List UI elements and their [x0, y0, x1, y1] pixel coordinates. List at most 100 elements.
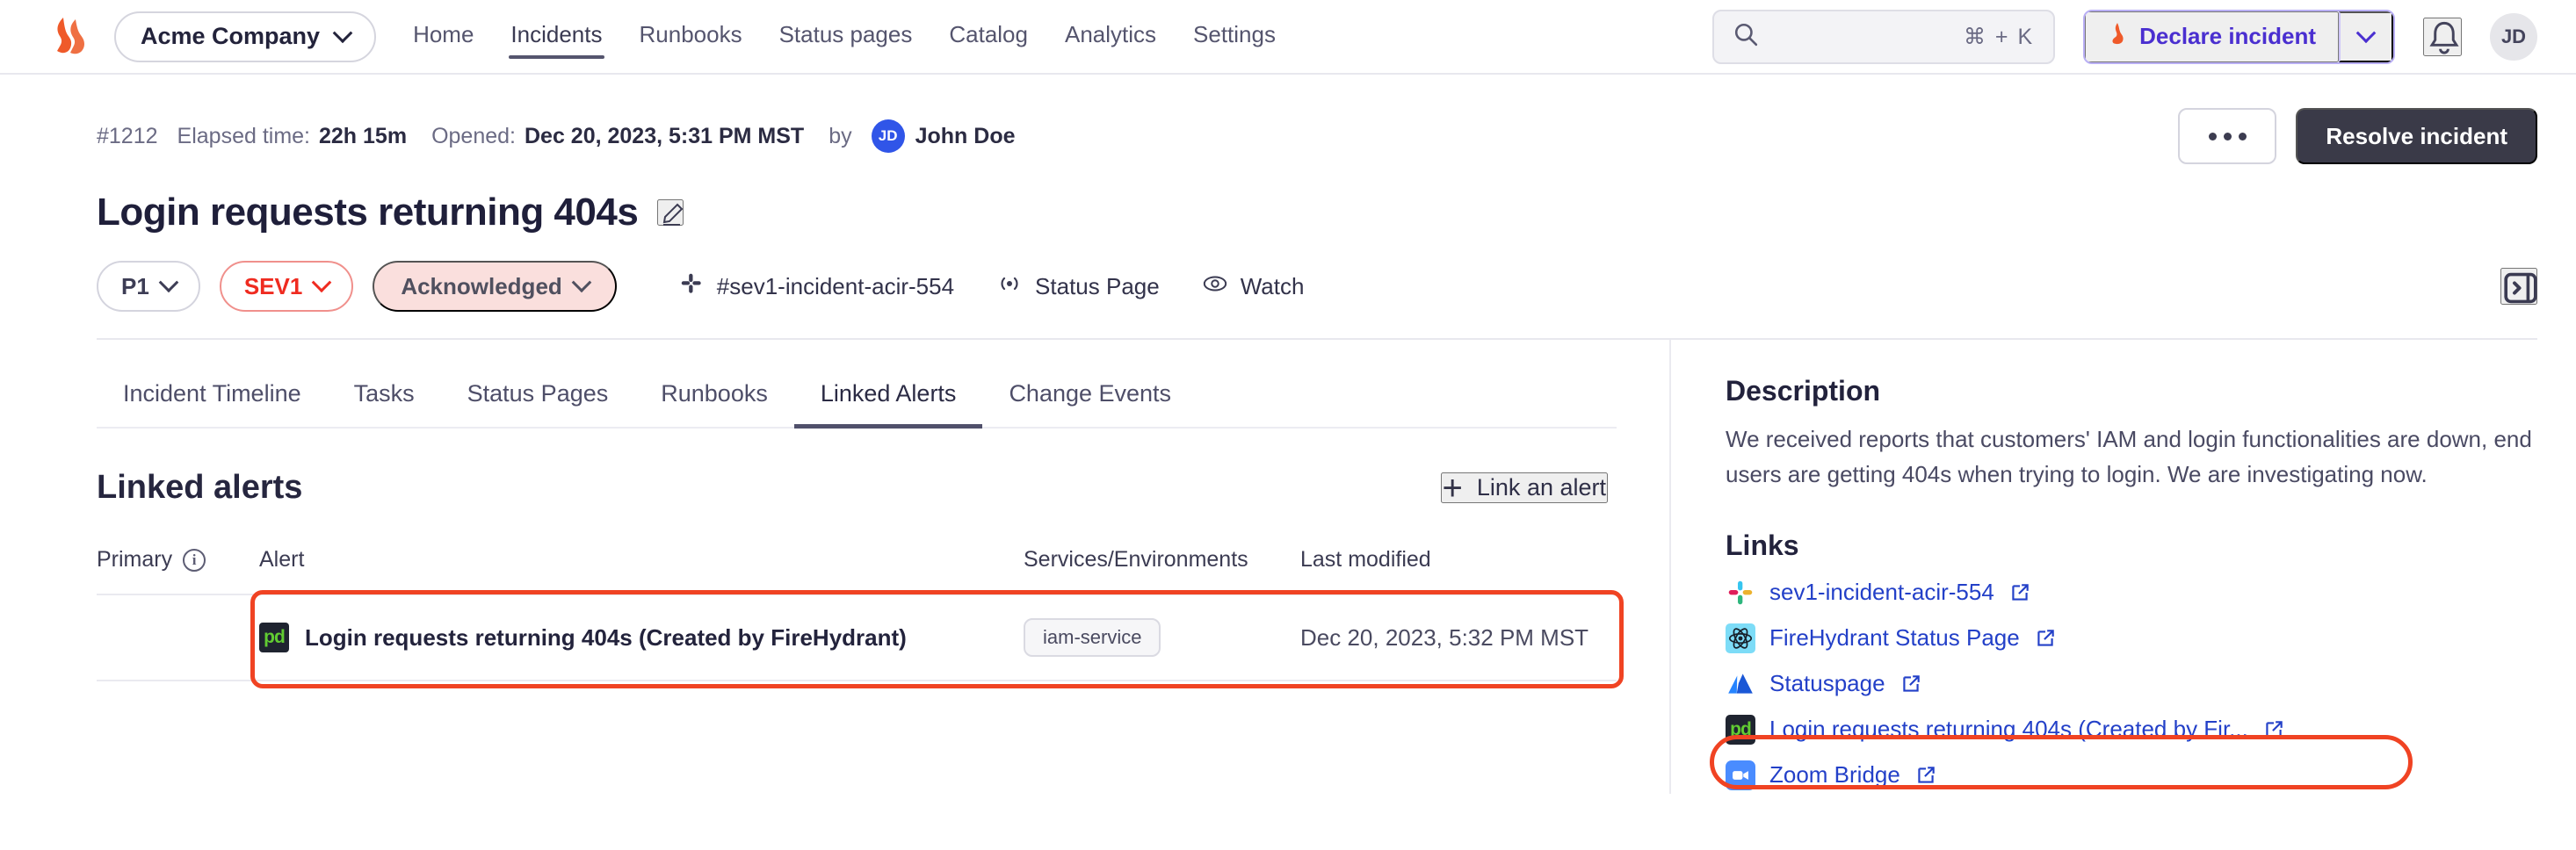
status-page-label: Status Page — [1035, 272, 1160, 299]
external-link-icon — [2008, 581, 2031, 604]
column-header-primary-label: Primary — [97, 547, 173, 572]
link-item[interactable]: FireHydrant Status Page — [1726, 620, 2537, 657]
link-an-alert-button[interactable]: + Link an alert — [1440, 468, 1608, 508]
broadcast-icon — [996, 270, 1023, 303]
atom-icon — [1726, 623, 1755, 653]
column-header-primary: Primary i — [97, 547, 259, 573]
incident-meta-row: #1212 Elapsed time: 22h 15m Opened: Dec … — [97, 108, 2537, 164]
severity-value: SEV1 — [243, 272, 303, 299]
link-label: FireHydrant Status Page — [1769, 624, 2020, 652]
more-options-button[interactable] — [2178, 108, 2277, 164]
org-switcher[interactable]: Acme Company — [114, 11, 377, 62]
link-an-alert-label: Link an alert — [1476, 474, 1606, 501]
links-heading: Links — [1726, 529, 1799, 561]
external-link-icon — [1899, 673, 1922, 695]
incident-tabs: Incident Timeline Tasks Status Pages Run… — [97, 340, 1617, 429]
slack-channel-link[interactable]: #sev1-incident-acir-554 — [678, 270, 954, 303]
slack-icon — [1726, 578, 1755, 608]
incident-header-actions: Resolve incident — [2178, 108, 2537, 164]
edit-title-pencil-icon[interactable] — [657, 199, 684, 226]
linked-alerts-section-header: Linked alerts + Link an alert — [97, 469, 1617, 507]
global-search[interactable]: ⌘ + K — [1712, 9, 2056, 64]
org-name: Acme Company — [141, 23, 321, 49]
nav-item-status-pages[interactable]: Status pages — [778, 16, 915, 57]
chevron-down-icon — [311, 272, 332, 293]
info-icon[interactable]: i — [183, 548, 206, 572]
nav-right-cluster: ⌘ + K Declare incident JD — [1712, 9, 2537, 64]
link-label: sev1-incident-acir-554 — [1769, 579, 1994, 606]
link-item[interactable]: pd Login requests returning 404s (Create… — [1726, 711, 2537, 748]
declare-incident-dropdown-button[interactable] — [2339, 11, 2393, 62]
tab-runbooks[interactable]: Runbooks — [634, 364, 794, 427]
external-link-icon — [2262, 718, 2285, 741]
incident-details-sidebar: Description We received reports that cus… — [1669, 340, 2576, 794]
status-value: Acknowledged — [401, 272, 562, 299]
page-body: Incident Timeline Tasks Status Pages Run… — [0, 340, 2576, 794]
notifications-button[interactable] — [2423, 17, 2462, 56]
nav-item-catalog[interactable]: Catalog — [947, 16, 1030, 57]
author-name: John Doe — [915, 123, 1016, 148]
chevron-down-icon — [2355, 22, 2377, 43]
priority-selector[interactable]: P1 — [97, 261, 200, 312]
link-item[interactable]: Zoom Bridge — [1726, 757, 2537, 794]
link-label: Zoom Bridge — [1769, 761, 1900, 789]
flame-icon — [2108, 21, 2127, 52]
incident-header: #1212 Elapsed time: 22h 15m Opened: Dec … — [0, 75, 2576, 312]
chevron-down-icon — [332, 22, 353, 43]
plus-icon: + — [1442, 468, 1463, 508]
tab-change-events[interactable]: Change Events — [982, 364, 1198, 427]
nav-item-analytics[interactable]: Analytics — [1063, 16, 1158, 57]
link-label: Statuspage — [1769, 670, 1885, 697]
watch-label: Watch — [1240, 272, 1305, 299]
user-avatar[interactable]: JD — [2490, 12, 2537, 61]
nav-item-incidents[interactable]: Incidents — [509, 16, 604, 59]
cell-services-environments: iam-service — [1024, 618, 1300, 657]
linked-alerts-table: Primary i Alert Services/Environments La… — [97, 547, 1624, 688]
elapsed-time-label: Elapsed time: — [177, 123, 310, 148]
watch-link[interactable]: Watch — [1202, 270, 1305, 303]
resolve-incident-button[interactable]: Resolve incident — [2296, 108, 2537, 164]
column-header-alert: Alert — [259, 547, 305, 572]
slack-channel-name: #sev1-incident-acir-554 — [716, 272, 955, 299]
ellipsis-dot — [2238, 132, 2247, 140]
nav-item-runbooks[interactable]: Runbooks — [638, 16, 744, 57]
collapse-sidebar-button[interactable] — [2500, 268, 2537, 305]
nav-item-home[interactable]: Home — [411, 16, 475, 57]
atlassian-icon — [1726, 669, 1755, 699]
opened-label: Opened: — [431, 123, 516, 148]
tab-tasks[interactable]: Tasks — [328, 364, 441, 427]
declare-incident-label: Declare incident — [2139, 23, 2316, 49]
declare-incident-button[interactable]: Declare incident — [2085, 11, 2339, 62]
search-icon — [1733, 22, 1758, 51]
firehydrant-logo-icon[interactable] — [46, 14, 91, 60]
link-item[interactable]: Statuspage — [1726, 666, 2537, 702]
priority-value: P1 — [121, 272, 149, 299]
tab-linked-alerts[interactable]: Linked Alerts — [793, 364, 983, 429]
status-selector[interactable]: Acknowledged — [373, 261, 617, 312]
chevron-down-icon — [158, 272, 179, 293]
tab-status-pages[interactable]: Status Pages — [441, 364, 635, 427]
page-title: Login requests returning 404s — [97, 191, 639, 234]
status-page-link[interactable]: Status Page — [996, 270, 1160, 303]
service-tag[interactable]: iam-service — [1024, 618, 1161, 657]
cell-alert: pd Login requests returning 404s (Create… — [259, 623, 1024, 652]
incident-title-row: Login requests returning 404s — [97, 191, 2537, 234]
table-header-row: Primary i Alert Services/Environments La… — [97, 547, 1617, 595]
column-header-services-environments: Services/Environments — [1024, 547, 1248, 572]
description-heading: Description — [1726, 375, 1881, 407]
slack-icon — [678, 270, 705, 303]
nav-item-settings[interactable]: Settings — [1191, 16, 1277, 57]
eye-icon — [1202, 270, 1228, 303]
ellipsis-dot — [2223, 132, 2232, 140]
incident-status-pills: P1 SEV1 Acknowledged #sev1-incident-acir… — [97, 261, 2537, 312]
opened-value: Dec 20, 2023, 5:31 PM MST — [524, 123, 805, 148]
severity-selector[interactable]: SEV1 — [219, 261, 354, 312]
elapsed-time-value: 22h 15m — [319, 123, 408, 148]
user-initials: JD — [2500, 25, 2527, 47]
tab-incident-timeline[interactable]: Incident Timeline — [97, 364, 328, 427]
table-row[interactable]: pd Login requests returning 404s (Create… — [97, 590, 1624, 688]
link-item[interactable]: sev1-incident-acir-554 — [1726, 574, 2537, 611]
declare-incident-group: Declare incident — [2083, 9, 2395, 64]
description-text: We received reports that customers' IAM … — [1726, 426, 2532, 488]
external-link-icon — [1914, 764, 1937, 787]
